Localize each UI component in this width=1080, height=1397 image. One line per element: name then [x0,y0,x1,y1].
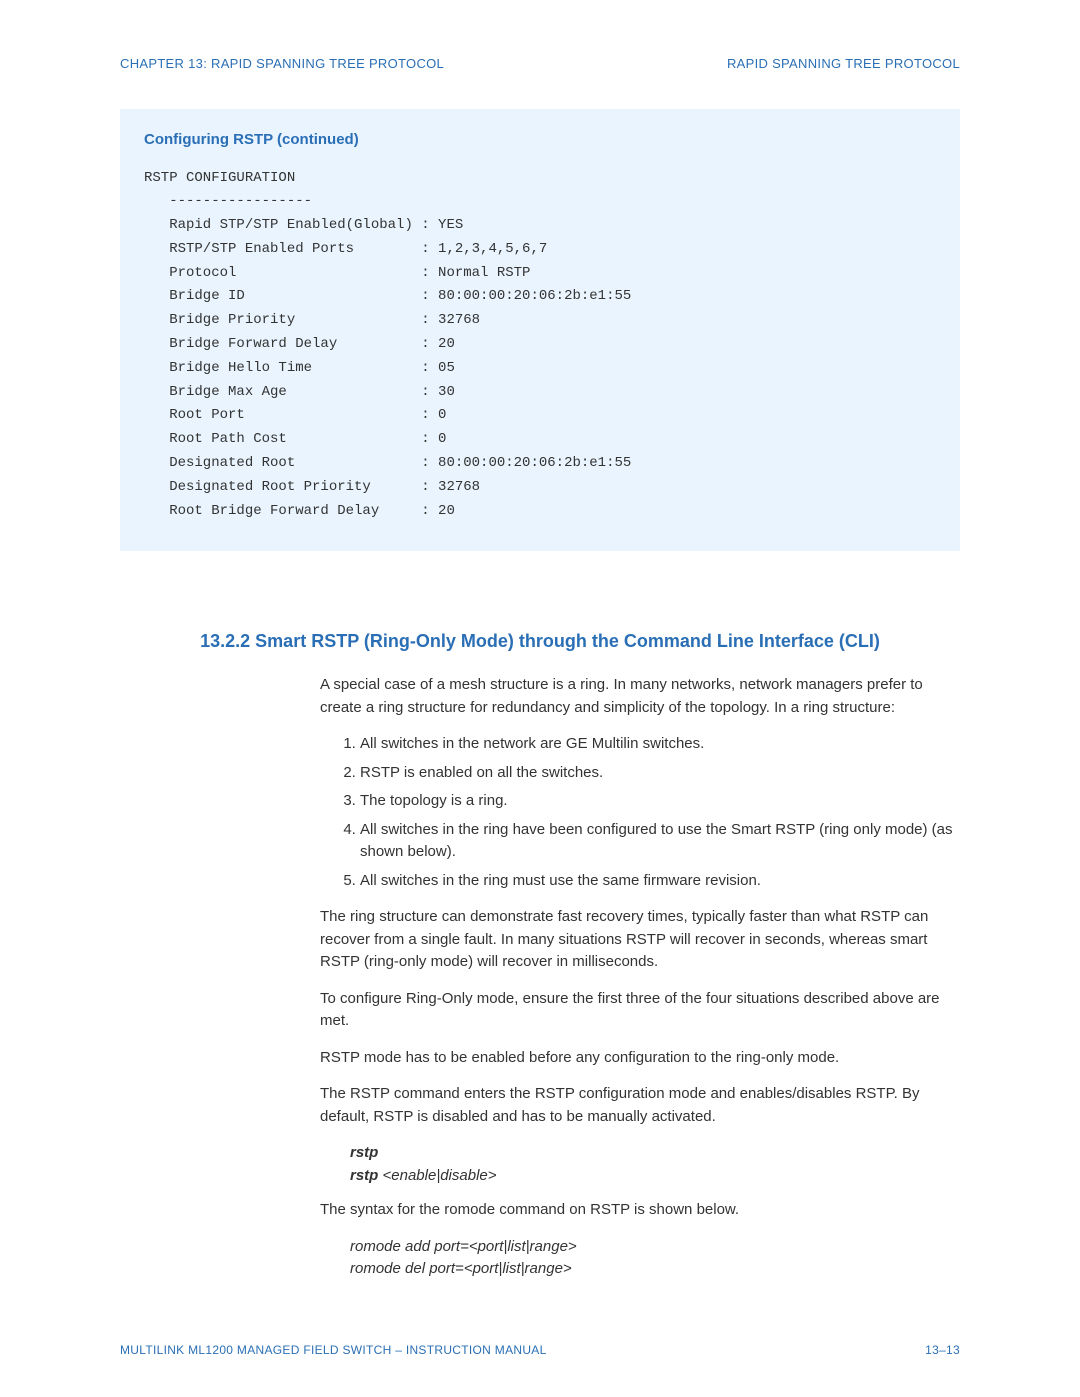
code-divider: ----------------- [144,190,936,214]
para6a: The syntax for the [320,1201,444,1218]
para5: The RSTP command enters the RSTP configu… [320,1083,960,1128]
code-row: Bridge Hello Time : 05 [144,357,936,381]
para6b: romode [444,1201,495,1218]
code-box-title: Configuring RSTP (continued) [144,127,936,153]
code-row: Designated Root : 80:00:00:20:06:2b:e1:5… [144,452,936,476]
ring-list: All switches in the network are GE Multi… [320,733,960,892]
cmd2b: romode del port=<port|list|range> [350,1258,960,1281]
page-footer: MULTILINK ML1200 MANAGED FIELD SWITCH – … [120,1343,960,1357]
code-row: Bridge Priority : 32768 [144,309,936,333]
list-item: All switches in the ring have been confi… [360,819,960,864]
section-heading: 13.2.2 Smart RSTP (Ring-Only Mode) throu… [120,631,960,652]
para6c: command on RSTP is shown below. [495,1201,739,1218]
list-item: The topology is a ring. [360,790,960,813]
list-item: All switches in the network are GE Multi… [360,733,960,756]
code-row: Bridge Forward Delay : 20 [144,333,936,357]
code-row: Bridge ID : 80:00:00:20:06:2b:e1:55 [144,285,936,309]
code-intro: RSTP CONFIGURATION [144,167,936,191]
cmd-block-1: rstp rstp <enable|disable> [350,1142,960,1187]
para6: The syntax for the romode command on RST… [320,1199,960,1222]
code-row: Root Port : 0 [144,404,936,428]
list-item: RSTP is enabled on all the switches. [360,762,960,785]
code-row: Root Bridge Forward Delay : 20 [144,500,936,524]
cmd1b-italic: <enable|disable> [383,1167,497,1184]
footer-left: MULTILINK ML1200 MANAGED FIELD SWITCH – … [120,1343,547,1357]
cmd1b-bold: rstp [350,1167,383,1184]
code-row: Protocol : Normal RSTP [144,262,936,286]
code-row: Designated Root Priority : 32768 [144,476,936,500]
cmd-block-2: romode add port=<port|list|range> romode… [350,1236,960,1281]
header-right: RAPID SPANNING TREE PROTOCOL [727,56,960,71]
page: CHAPTER 13: RAPID SPANNING TREE PROTOCOL… [0,0,1080,1397]
footer-right: 13–13 [925,1343,960,1357]
code-row: Bridge Max Age : 30 [144,381,936,405]
code-row: Root Path Cost : 0 [144,428,936,452]
code-row: Rapid STP/STP Enabled(Global) : YES [144,214,936,238]
body-block: A special case of a mesh structure is a … [320,674,960,1281]
page-header: CHAPTER 13: RAPID SPANNING TREE PROTOCOL… [120,56,960,71]
code-box: Configuring RSTP (continued) RSTP CONFIG… [120,109,960,551]
code-row: RSTP/STP Enabled Ports : 1,2,3,4,5,6,7 [144,238,936,262]
cmd1a: rstp [350,1144,378,1161]
para3: To configure Ring-Only mode, ensure the … [320,988,960,1033]
header-left: CHAPTER 13: RAPID SPANNING TREE PROTOCOL [120,56,444,71]
para1: A special case of a mesh structure is a … [320,674,960,719]
list-item: All switches in the ring must use the sa… [360,870,960,893]
para2: The ring structure can demonstrate fast … [320,906,960,974]
cmd2a: romode add port=<port|list|range> [350,1236,960,1259]
para4: RSTP mode has to be enabled before any c… [320,1047,960,1070]
